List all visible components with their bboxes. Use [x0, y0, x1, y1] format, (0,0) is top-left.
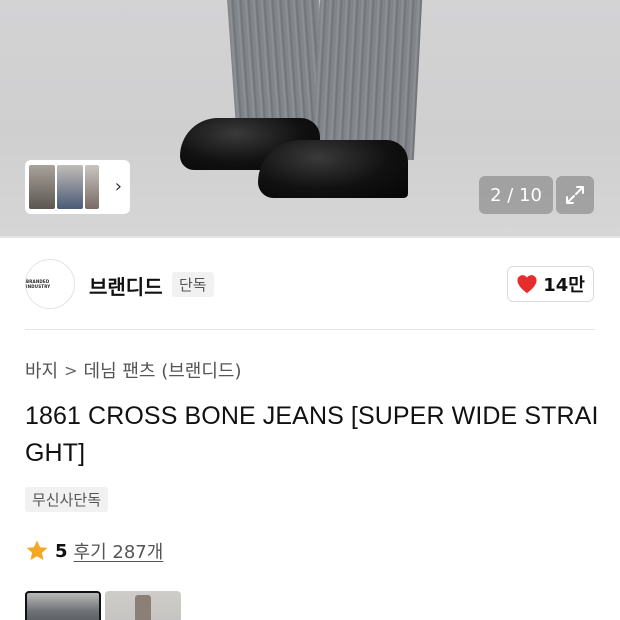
gallery-thumbnail[interactable]	[85, 165, 99, 209]
color-option-thumbnail[interactable]	[105, 591, 181, 620]
rating-summary: 5 후기 287개	[25, 538, 163, 564]
image-bottom-edge	[0, 236, 620, 238]
color-option-thumbnail[interactable]	[25, 591, 101, 620]
review-count-link[interactable]: 후기 287개	[74, 538, 164, 564]
gallery-thumbnail[interactable]	[29, 165, 55, 209]
gallery-thumbnail[interactable]	[57, 165, 83, 209]
product-title: 1861 CROSS BONE JEANS [SUPER WIDE STRAIG…	[25, 402, 599, 467]
breadcrumb-item-category[interactable]: 바지	[25, 357, 58, 383]
breadcrumb: 바지 > 데님 팬츠 (브랜디드)	[25, 357, 242, 383]
brand-logo[interactable]: BRANDED INDUSTRY	[25, 259, 75, 309]
breadcrumb-item-subcategory[interactable]: 데님 팬츠 (브랜디드)	[84, 357, 242, 383]
like-count: 14만	[543, 275, 585, 296]
product-image-gallery[interactable]: › 2 / 10	[0, 0, 620, 238]
like-button[interactable]: 14만	[507, 266, 594, 302]
brand-name[interactable]: 브랜디드	[89, 271, 163, 300]
rating-score: 5	[55, 540, 68, 562]
exclusive-tag: 무신사단독	[25, 487, 109, 512]
image-counter: 2 / 10	[479, 176, 553, 214]
divider	[25, 329, 595, 330]
product-photo-shoe-right	[258, 140, 408, 198]
brand-logo-text: BRANDED INDUSTRY	[26, 279, 51, 289]
chevron-right-icon[interactable]: ›	[115, 176, 122, 197]
product-photo-leg-right	[311, 0, 423, 160]
heart-icon	[517, 275, 537, 294]
expand-button[interactable]	[556, 176, 594, 214]
brand-exclusive-badge: 단독	[172, 272, 214, 297]
star-icon	[26, 540, 48, 560]
gallery-thumbnail-strip[interactable]: ›	[25, 160, 130, 214]
chevron-right-icon: >	[64, 360, 78, 380]
expand-icon	[566, 186, 584, 204]
